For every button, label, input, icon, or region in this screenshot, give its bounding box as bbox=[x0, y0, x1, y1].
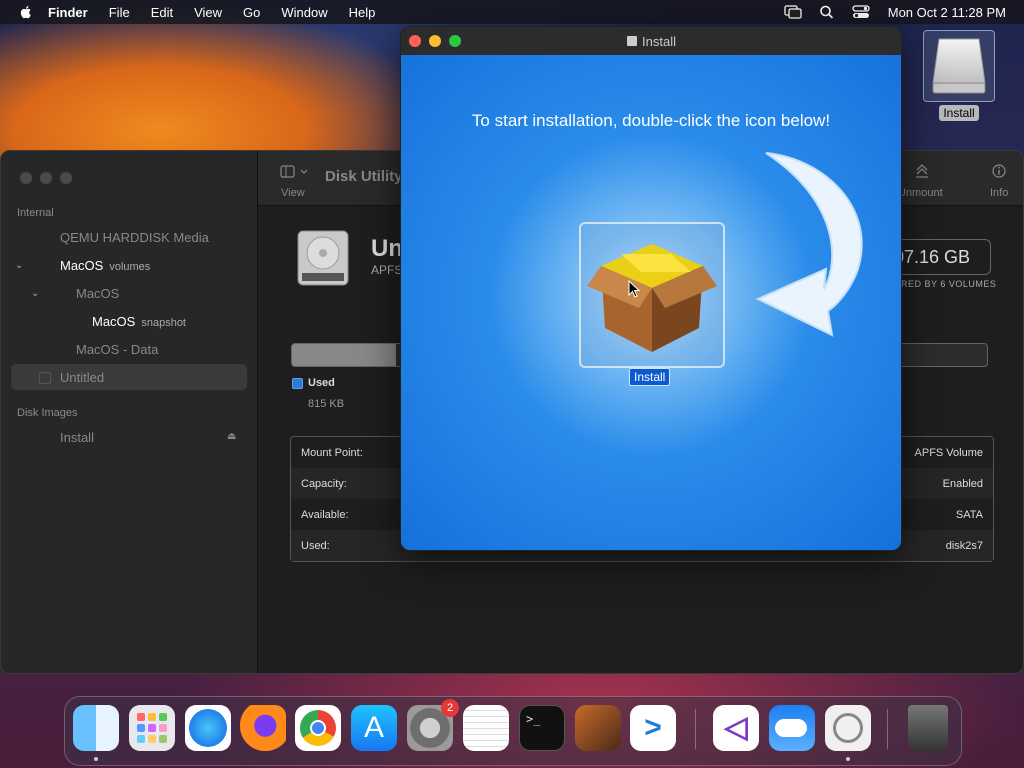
info-key: Available: bbox=[301, 509, 349, 521]
menu-go[interactable]: Go bbox=[243, 5, 260, 20]
used-legend-swatch bbox=[292, 378, 303, 389]
menu-window[interactable]: Window bbox=[281, 5, 327, 20]
spotlight-search-icon[interactable] bbox=[818, 5, 836, 19]
info-key: Used: bbox=[301, 540, 330, 552]
unmount-icon[interactable] bbox=[915, 163, 929, 179]
sidebar-item-label: QEMU HARDDISK Media bbox=[60, 229, 209, 245]
info-value: Enabled bbox=[942, 478, 983, 490]
unmount-label: Unmount bbox=[898, 187, 943, 199]
sidebar-item-macos-data[interactable]: MacOS - Data bbox=[11, 336, 247, 362]
notification-badge: 2 bbox=[441, 699, 459, 717]
sidebar-item-install-image[interactable]: Install ⏏ bbox=[11, 424, 247, 450]
sidebar-item-macos-container[interactable]: ⌄ MacOS volumes bbox=[11, 252, 247, 278]
system-settings-icon[interactable]: 2 bbox=[407, 699, 459, 751]
external-disk-icon bbox=[932, 38, 986, 94]
used-legend-label: Used bbox=[308, 377, 335, 389]
eject-icon[interactable]: ⏏ bbox=[227, 431, 236, 442]
chevron-down-icon[interactable]: ⌄ bbox=[31, 288, 39, 299]
terminal-icon[interactable]: >_ bbox=[519, 705, 565, 751]
apple-icon[interactable] bbox=[18, 4, 34, 20]
chevron-down-icon[interactable]: ⌄ bbox=[15, 260, 23, 271]
menu-clock[interactable]: Mon Oct 2 11:28 PM bbox=[888, 5, 1006, 20]
sidebar-section-disk-images: Disk Images bbox=[17, 407, 78, 419]
sidebar-item-label: MacOS bbox=[76, 285, 120, 301]
disk-utility-sidebar: Internal QEMU HARDDISK Media ⌄ MacOS volu… bbox=[1, 151, 258, 673]
weather-icon[interactable] bbox=[769, 705, 815, 751]
disk-utility-title: Disk Utility bbox=[325, 168, 403, 185]
sidebar-item-untitled[interactable]: Untitled bbox=[11, 364, 247, 390]
usage-bar-fill bbox=[292, 344, 397, 366]
dock-separator bbox=[887, 709, 888, 749]
installer-window: Install To start installation, double-cl… bbox=[400, 26, 902, 551]
app-store-icon[interactable]: A bbox=[351, 705, 397, 751]
menu-view[interactable]: View bbox=[194, 5, 222, 20]
info-value: APFS Volume bbox=[914, 447, 983, 459]
firefox-icon[interactable] bbox=[240, 705, 286, 751]
close-button-inactive[interactable] bbox=[20, 172, 32, 184]
chrome-icon[interactable] bbox=[295, 705, 341, 751]
disk-utility-icon[interactable] bbox=[825, 705, 871, 751]
screen-mirroring-icon[interactable] bbox=[784, 5, 802, 19]
curved-arrow-icon bbox=[756, 152, 863, 337]
sidebar-item-qemu-disk[interactable]: QEMU HARDDISK Media bbox=[11, 224, 247, 250]
sidebar-item-macos-volume[interactable]: ⌄ MacOS bbox=[11, 280, 247, 306]
volume-subtitle: APFS bbox=[371, 263, 403, 277]
mouse-cursor-icon bbox=[628, 280, 640, 298]
hard-drive-icon bbox=[297, 230, 349, 286]
installer-content: To start installation, double-click the … bbox=[401, 55, 901, 550]
running-indicator bbox=[94, 757, 98, 761]
garageband-icon[interactable] bbox=[575, 705, 621, 751]
info-label: Info bbox=[990, 187, 1009, 199]
desktop-icon-label: Install bbox=[939, 105, 979, 121]
sidebar-item-label: MacOS - Data bbox=[76, 341, 159, 357]
info-value: SATA bbox=[955, 509, 983, 521]
desktop-install-disk[interactable]: Install bbox=[923, 30, 995, 122]
info-key: Mount Point: bbox=[301, 447, 363, 459]
textedit-icon[interactable] bbox=[463, 705, 509, 751]
sidebar-item-label: MacOS volumes bbox=[60, 257, 151, 273]
info-value: disk2s7 bbox=[945, 540, 983, 552]
trash-icon[interactable] bbox=[908, 705, 948, 751]
control-center-icon[interactable] bbox=[852, 5, 870, 19]
view-label: View bbox=[281, 187, 305, 199]
installer-title: Install bbox=[401, 34, 901, 49]
info-key: Capacity: bbox=[301, 478, 347, 490]
menu-file[interactable]: File bbox=[109, 5, 130, 20]
install-package-frame[interactable] bbox=[579, 222, 725, 368]
info-icon[interactable] bbox=[992, 164, 1006, 178]
volume-name: Un bbox=[371, 235, 403, 262]
package-icon[interactable] bbox=[581, 224, 723, 366]
safari-icon[interactable] bbox=[185, 705, 231, 751]
visual-studio-icon[interactable]: ◁ bbox=[713, 705, 759, 751]
used-legend-value: 815 KB bbox=[308, 398, 345, 410]
desktop-icon-frame[interactable] bbox=[923, 30, 995, 102]
dock-separator bbox=[695, 709, 696, 749]
disk-image-icon bbox=[627, 36, 638, 46]
finder-icon[interactable] bbox=[73, 705, 119, 751]
menu-help[interactable]: Help bbox=[349, 5, 376, 20]
sidebar-item-label: MacOS snapshot bbox=[92, 313, 186, 329]
sidebar-item-macos-snapshot[interactable]: MacOS snapshot bbox=[11, 308, 247, 334]
launchpad-icon[interactable] bbox=[129, 705, 175, 751]
vscode-icon[interactable]: > bbox=[630, 705, 676, 751]
sidebar-section-internal: Internal bbox=[17, 207, 54, 219]
minimize-button-inactive[interactable] bbox=[40, 172, 52, 184]
sidebar-toggle-icon[interactable] bbox=[280, 165, 310, 179]
installer-instruction: To start installation, double-click the … bbox=[471, 111, 831, 130]
volume-icon bbox=[39, 372, 51, 384]
sidebar-item-label: Install bbox=[60, 429, 94, 445]
running-indicator bbox=[846, 757, 850, 761]
menu-edit[interactable]: Edit bbox=[151, 5, 173, 20]
zoom-button-inactive[interactable] bbox=[60, 172, 72, 184]
menu-app-name[interactable]: Finder bbox=[48, 5, 88, 20]
menu-bar: Finder File Edit View Go Window Help Mon… bbox=[0, 0, 1024, 24]
installer-titlebar[interactable]: Install bbox=[401, 27, 901, 55]
dock: A 2 >_ > ◁ bbox=[64, 696, 962, 766]
sidebar-item-label: Untitled bbox=[60, 369, 105, 385]
install-package-label[interactable]: Install bbox=[629, 368, 671, 386]
